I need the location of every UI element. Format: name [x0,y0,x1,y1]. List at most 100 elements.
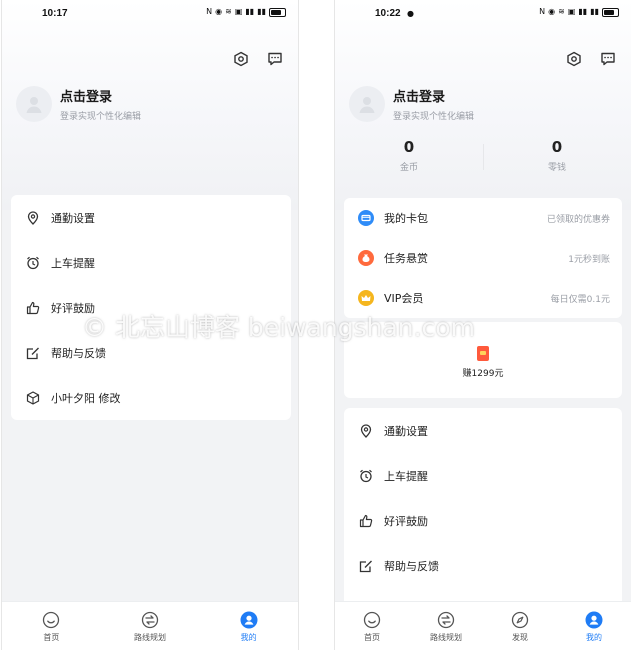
crown-icon [358,290,374,306]
services-card: 我的卡包 已领取的优惠券 任务悬赏 1元秒到账 VIP会员 每日仅需0.1元 [344,198,622,318]
service-label: 任务悬赏 [384,252,428,265]
money-bag-icon [358,250,374,266]
alarm-clock-icon [358,468,374,484]
service-hint: 已领取的优惠券 [546,214,610,225]
header-actions [232,50,284,68]
location-pin-icon [358,423,374,439]
login-profile[interactable]: 点击登录 登录实现个性化编辑 [349,86,474,122]
tab-home[interactable]: 首页 [335,602,409,650]
menu-item-label: 上车提醒 [384,469,428,483]
location-pin-icon [25,210,41,226]
location-status-icon: ◉ [548,7,556,16]
menu-item-modify[interactable]: 小叶夕阳 修改 [11,375,291,420]
tab-label: 路线规划 [430,633,462,642]
battery-icon [269,7,286,17]
battery-icon [602,7,619,17]
service-label: VIP会员 [384,292,424,305]
watermark: © 北忘山博客 beiwangshan.com [82,313,475,342]
signal-2-icon: ▮▮ [590,7,599,16]
login-title[interactable]: 点击登录 [393,86,474,105]
tab-route-planning[interactable]: 路线规划 [101,602,200,650]
menu-item-label: 好评鼓励 [384,514,428,528]
menu-item-boarding-reminder[interactable]: 上车提醒 [344,453,622,498]
status-bar: 10:17 N ◉ ≋ ▣ ▮▮ ▮▮ [2,6,298,24]
service-task-reward[interactable]: 任务悬赏 1元秒到账 [344,238,622,278]
menu-item-label: 帮助与反馈 [51,346,106,360]
edit-icon [25,345,41,361]
settings-menu: 通勤设置 上车提醒 好评鼓励 帮助与反馈 [344,408,622,608]
service-hint: 1元秒到账 [568,254,610,265]
header-actions [565,50,617,68]
login-title[interactable]: 点击登录 [60,86,141,105]
tab-discover[interactable]: 发现 [483,602,557,650]
signal-icon: ▮▮ [245,7,255,16]
settings-icon[interactable] [232,50,250,68]
thumbs-up-icon [358,513,374,529]
alarm-clock-icon [25,255,41,271]
service-hint: 每日仅需0.1元 [550,294,610,305]
status-icons: N ◉ ≋ ▣ ▮▮ ▮▮ [206,7,286,17]
signal-icon: ▮▮ [578,7,588,16]
compass-icon [511,611,529,629]
tab-route-planning[interactable]: 路线规划 [409,602,483,650]
smile-icon [363,611,381,629]
wallet-stats: 0 金币 0 零钱 [335,138,631,178]
nfc-icon: N [539,7,546,16]
user-icon [240,611,258,629]
menu-item-label: 帮助与反馈 [384,559,439,573]
bottom-tab-bar: 首页 路线规划 发现 我的 [335,601,631,650]
location-status-icon: ◉ [215,7,223,16]
menu-item-label: 小叶夕阳 修改 [51,391,121,405]
hd-icon: ▣ [567,7,576,16]
bottom-tab-bar: 首页 路线规划 我的 [2,601,298,650]
change-label: 零钱 [547,163,566,173]
login-subtitle: 登录实现个性化编辑 [393,112,475,122]
status-time: 10:17 [42,8,68,19]
coins-value: 0 [403,138,415,156]
tab-label: 路线规划 [134,633,166,642]
status-bar: 10:22 ● N ◉ ≋ ▣ ▮▮ ▮▮ [335,6,631,24]
red-packet-icon [477,346,489,361]
stats-divider [483,144,484,170]
login-profile[interactable]: 点击登录 登录实现个性化编辑 [16,86,141,122]
coins-label: 金币 [399,163,418,173]
menu-item-rate-us[interactable]: 好评鼓励 [344,498,622,543]
menu-item-label: 通勤设置 [51,211,95,225]
message-icon[interactable] [266,50,284,68]
tab-mine[interactable]: 我的 [199,602,298,650]
tab-label: 首页 [43,633,60,642]
tab-mine[interactable]: 我的 [557,602,631,650]
stat-change[interactable]: 0 零钱 [483,138,631,178]
thumbs-up-icon [25,300,41,316]
menu-item-commute-settings[interactable]: 通勤设置 [344,408,622,453]
nfc-icon: N [206,7,213,16]
stat-coins[interactable]: 0 金币 [335,138,483,178]
menu-item-commute-settings[interactable]: 通勤设置 [11,195,291,240]
avatar[interactable] [16,86,52,122]
hd-icon: ▣ [234,7,243,16]
tab-home[interactable]: 首页 [2,602,101,650]
tab-label: 首页 [364,633,380,642]
tab-label: 我的 [586,633,602,642]
service-card-wallet[interactable]: 我的卡包 已领取的优惠券 [344,198,622,238]
signal-2-icon: ▮▮ [257,7,266,16]
menu-item-help-feedback[interactable]: 帮助与反馈 [344,543,622,588]
settings-icon[interactable] [565,50,583,68]
promo-text: 赚1299元 [462,369,504,379]
status-time: 10:22 [375,8,401,19]
tab-label: 发现 [512,633,528,642]
edit-icon [358,558,374,574]
route-icon [141,611,159,629]
tab-label: 我的 [240,633,257,642]
menu-item-label: 通勤设置 [384,424,428,438]
hexagon-icon [25,390,41,406]
menu-item-boarding-reminder[interactable]: 上车提醒 [11,240,291,285]
wifi-icon: ≋ [225,7,232,16]
status-icons: N ◉ ≋ ▣ ▮▮ ▮▮ [539,7,619,17]
route-icon [437,611,455,629]
login-subtitle: 登录实现个性化编辑 [60,112,142,122]
wifi-icon: ≋ [558,7,565,16]
avatar[interactable] [349,86,385,122]
message-icon[interactable] [599,50,617,68]
change-value: 0 [551,138,563,156]
